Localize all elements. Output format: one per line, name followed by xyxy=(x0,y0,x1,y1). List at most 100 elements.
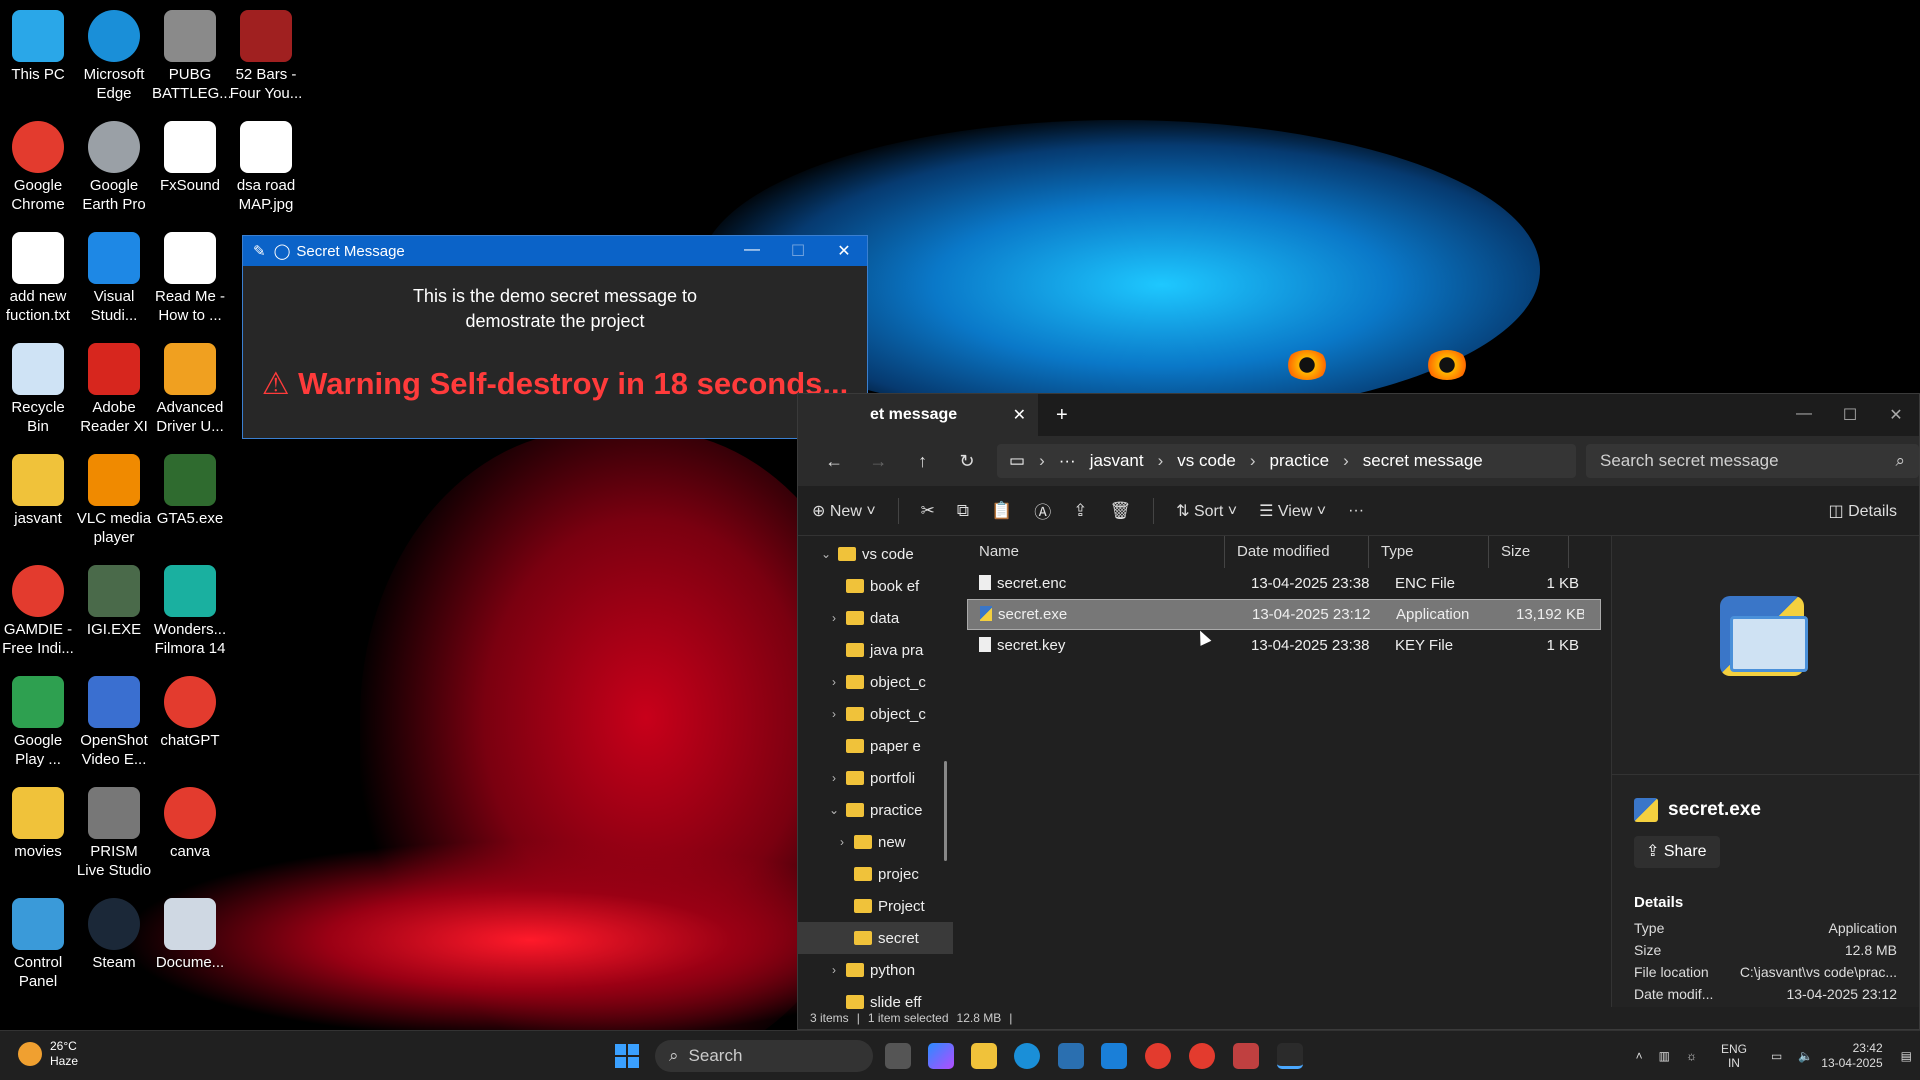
new-tab-button[interactable]: + xyxy=(1056,404,1068,427)
paste-icon[interactable]: 📋 xyxy=(991,501,1012,521)
minimize-button[interactable]: — xyxy=(729,241,775,261)
close-tab-icon[interactable]: ✕ xyxy=(1013,405,1026,425)
file-row[interactable]: secret.exe 13-04-2025 23:12 Application 13,… xyxy=(967,599,1601,630)
desktop-icon[interactable]: jasvant xyxy=(0,454,76,528)
chevron-icon[interactable]: › xyxy=(826,707,842,721)
tree-scrollbar[interactable] xyxy=(944,761,947,861)
chrome-taskbar-icon[interactable] xyxy=(1145,1043,1171,1069)
tree-item[interactable]: › new xyxy=(798,826,953,858)
explorer-tab[interactable]: et message ✕ xyxy=(798,394,1038,436)
copilot-icon[interactable] xyxy=(928,1043,954,1069)
taskbar-search[interactable]: ⌕ Search xyxy=(655,1040,873,1072)
desktop-icon[interactable]: Google Chrome xyxy=(0,121,76,214)
chrome-profile-taskbar-icon[interactable] xyxy=(1189,1043,1215,1069)
desktop-icon[interactable]: GTA5.exe xyxy=(152,454,228,528)
desktop-icon[interactable]: 52 Bars - Four You... xyxy=(228,10,304,103)
weather-widget[interactable]: 26°C Haze xyxy=(18,1039,78,1069)
task-view-icon[interactable] xyxy=(885,1043,911,1069)
tree-item[interactable]: Project xyxy=(798,890,953,922)
tree-item[interactable]: ⌄ practice xyxy=(798,794,953,826)
tree-item[interactable]: java pra xyxy=(798,634,953,666)
desktop-icon[interactable]: Control Panel xyxy=(0,898,76,991)
tree-item[interactable]: book ef xyxy=(798,570,953,602)
back-button[interactable]: ← xyxy=(812,451,856,472)
desktop-icon[interactable]: Visual Studi... xyxy=(76,232,152,325)
chevron-icon[interactable]: › xyxy=(826,963,842,977)
details-pane-button[interactable]: ◫ Details xyxy=(1829,501,1897,521)
desktop-icon[interactable]: Adobe Reader XI xyxy=(76,343,152,436)
desktop-icon[interactable]: FxSound xyxy=(152,121,228,195)
language-indicator[interactable]: ENG IN xyxy=(1713,1042,1755,1070)
desktop-icon[interactable]: dsa road MAP.jpg xyxy=(228,121,304,214)
explorer-minimize-button[interactable]: — xyxy=(1781,405,1827,425)
breadcrumb-item[interactable]: practice xyxy=(1270,451,1330,471)
tree-item[interactable]: › portfoli xyxy=(798,762,953,794)
new-button[interactable]: ⊕ New ˅ xyxy=(812,501,876,521)
breadcrumb-item[interactable]: secret message xyxy=(1363,451,1483,471)
desktop-icon[interactable]: VLC media player xyxy=(76,454,152,547)
desktop-icon[interactable]: Google Earth Pro xyxy=(76,121,152,214)
share-icon[interactable]: ⇪ xyxy=(1073,501,1087,521)
snipping-tool-icon[interactable] xyxy=(1233,1043,1259,1069)
desktop-icon[interactable]: Wonders... Filmora 14 xyxy=(152,565,228,658)
python-app-taskbar-icon[interactable] xyxy=(1277,1043,1303,1069)
tree-item[interactable]: ⌄ vs code xyxy=(798,538,953,570)
show-hidden-icons[interactable]: ˄ xyxy=(1636,1049,1643,1063)
desktop-icon[interactable]: OpenShot Video E... xyxy=(76,676,152,769)
tree-item[interactable]: › object_c xyxy=(798,698,953,730)
desktop-icon[interactable]: Read Me - How to ... xyxy=(152,232,228,325)
column-type[interactable]: Type xyxy=(1369,536,1489,568)
refresh-button[interactable]: ↻ xyxy=(945,451,989,472)
desktop-icon[interactable]: This PC xyxy=(0,10,76,84)
desktop-icon[interactable]: Google Play ... xyxy=(0,676,76,769)
file-row[interactable]: secret.key 13-04-2025 23:38 KEY File 1 KB xyxy=(967,630,1601,661)
copy-icon[interactable]: ⧉ xyxy=(957,501,969,521)
chevron-icon[interactable]: ⌄ xyxy=(826,803,842,817)
desktop-icon[interactable]: Microsoft Edge xyxy=(76,10,152,103)
search-input[interactable]: Search secret message ⌕ xyxy=(1586,444,1919,478)
edge-taskbar-icon[interactable] xyxy=(1014,1043,1040,1069)
tree-item[interactable]: projec xyxy=(798,858,953,890)
tree-item[interactable]: › object_c xyxy=(798,666,953,698)
explorer-maximize-button[interactable]: ☐ xyxy=(1827,405,1873,425)
brightness-icon[interactable]: ☼ xyxy=(1686,1049,1697,1063)
desktop-icon[interactable]: movies xyxy=(0,787,76,861)
network-icon[interactable]: ▥ xyxy=(1659,1049,1670,1063)
chevron-icon[interactable]: ⌄ xyxy=(818,547,834,561)
tree-item[interactable]: › python xyxy=(798,954,953,986)
breadcrumb-more-icon[interactable]: ··· xyxy=(1059,451,1076,471)
chevron-icon[interactable]: › xyxy=(826,771,842,785)
chevron-icon[interactable]: › xyxy=(826,611,842,625)
column-name[interactable]: Name xyxy=(953,536,1225,568)
tree-item[interactable]: secret xyxy=(798,922,953,954)
tree-item[interactable]: paper e xyxy=(798,730,953,762)
address-bar[interactable]: ▭ › ··· jasvant › vs code › practice › s… xyxy=(997,444,1576,478)
calculator-icon[interactable] xyxy=(1058,1043,1084,1069)
secret-window-titlebar[interactable]: ✎ ◯ Secret Message — ☐ ✕ xyxy=(243,236,867,266)
view-button[interactable]: ☰ View ˅ xyxy=(1259,501,1326,521)
chevron-icon[interactable]: › xyxy=(834,835,850,849)
desktop-icon[interactable]: PUBG BATTLEG... xyxy=(152,10,232,103)
display-icon[interactable]: ▭ xyxy=(1771,1049,1782,1063)
forward-button[interactable]: → xyxy=(856,451,900,472)
desktop-icon[interactable]: chatGPT xyxy=(152,676,228,750)
clock[interactable]: 23:42 13-04-2025 xyxy=(1821,1041,1882,1071)
desktop-icon[interactable]: PRISM Live Studio xyxy=(76,787,152,880)
desktop-icon[interactable]: IGI.EXE xyxy=(76,565,152,639)
rename-icon[interactable]: Ⓐ xyxy=(1034,498,1051,523)
start-button[interactable] xyxy=(615,1044,639,1068)
delete-icon[interactable]: 🗑 xyxy=(1109,501,1131,521)
desktop-icon[interactable]: canva xyxy=(152,787,228,861)
cut-icon[interactable]: ✂ xyxy=(921,501,935,521)
desktop-icon[interactable]: Advanced Driver U... xyxy=(152,343,228,436)
volume-icon[interactable]: 🔈 xyxy=(1798,1049,1813,1063)
tree-item[interactable]: › data xyxy=(798,602,953,634)
file-explorer-taskbar-icon[interactable] xyxy=(971,1043,997,1069)
breadcrumb-item[interactable]: jasvant xyxy=(1090,451,1144,471)
chevron-icon[interactable]: › xyxy=(826,675,842,689)
share-button[interactable]: ⇪ Share xyxy=(1634,836,1720,868)
sort-button[interactable]: ⇅ Sort ˅ xyxy=(1176,501,1237,521)
close-button[interactable]: ✕ xyxy=(821,241,867,261)
column-size[interactable]: Size xyxy=(1489,536,1569,568)
maximize-button[interactable]: ☐ xyxy=(775,241,821,261)
